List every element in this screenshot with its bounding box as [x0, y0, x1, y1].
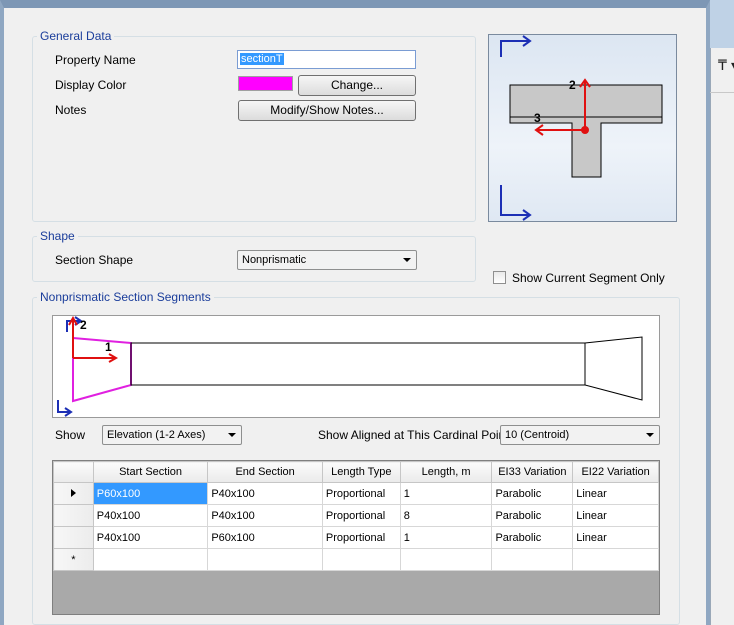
table-cell[interactable]: Parabolic [491, 526, 574, 549]
show-view-select[interactable]: Elevation (1-2 Axes) [102, 425, 242, 445]
grid-corner-cell [53, 461, 94, 483]
table-cell[interactable]: 1 [399, 526, 493, 549]
table-cell[interactable] [399, 548, 493, 571]
section-preview: 2 3 [488, 34, 677, 222]
table-cell[interactable] [92, 548, 209, 571]
table-row[interactable]: P40x100 P40x100 Proportional 8 Parabolic… [53, 504, 659, 527]
grid-header-row: Start Section End Section Length Type Le… [53, 461, 659, 483]
table-cell[interactable] [207, 548, 323, 571]
toolbar-separator [710, 92, 734, 93]
shape-title: Shape [37, 229, 78, 243]
table-cell[interactable]: Proportional [321, 482, 401, 505]
change-color-button[interactable]: Change... [298, 75, 416, 96]
table-cell[interactable]: 8 [399, 504, 493, 527]
column-header[interactable]: Start Section [92, 461, 209, 483]
new-row-header[interactable]: * [53, 548, 94, 571]
column-header[interactable]: End Section [207, 461, 323, 483]
chevron-down-icon [403, 258, 411, 262]
cardinal-point-label: Show Aligned at This Cardinal Point [318, 428, 509, 442]
table-cell[interactable]: 1 [399, 482, 493, 505]
row-header[interactable] [53, 526, 94, 549]
column-header[interactable]: EI33 Variation [491, 461, 574, 483]
row-header[interactable] [53, 504, 94, 527]
table-cell[interactable]: Linear [572, 526, 659, 549]
table-cell[interactable]: P40x100 [92, 504, 209, 527]
display-color-swatch[interactable] [238, 76, 293, 91]
table-cell[interactable]: P40x100 [207, 482, 323, 505]
axis-2-label: 2 [569, 78, 576, 92]
table-row[interactable]: P60x100 P40x100 Proportional 1 Parabolic… [53, 482, 659, 505]
background-window: ₸ ▼ [710, 0, 734, 625]
new-row[interactable]: * [53, 548, 659, 571]
table-cell[interactable]: P60x100 [207, 526, 323, 549]
column-header[interactable]: Length Type [321, 461, 401, 483]
row-header[interactable] [53, 482, 94, 505]
property-name-label: Property Name [55, 53, 136, 67]
section-shape-label: Section Shape [55, 253, 134, 267]
display-color-label: Display Color [55, 78, 127, 92]
table-cell[interactable]: P40x100 [207, 504, 323, 527]
cardinal-point-select[interactable]: 10 (Centroid) [500, 425, 660, 445]
cardinal-point-value: 10 (Centroid) [505, 429, 570, 441]
elevation-axis-1-label: 1 [105, 340, 112, 354]
segment-elevation-view: 2 1 [52, 315, 660, 418]
segments-table: Start Section End Section Length Type Le… [53, 461, 659, 571]
segments-title: Nonprismatic Section Segments [37, 290, 214, 304]
table-cell[interactable]: Linear [572, 504, 659, 527]
segments-grid[interactable]: Start Section End Section Length Type Le… [52, 460, 660, 615]
chevron-down-icon [228, 433, 236, 437]
table-cell[interactable]: P60x100 [92, 482, 209, 505]
column-header[interactable]: Length, m [399, 461, 493, 483]
table-cell[interactable] [572, 548, 659, 571]
elevation-axis-2-label: 2 [80, 318, 87, 332]
show-view-value: Elevation (1-2 Axes) [107, 429, 206, 441]
table-cell[interactable]: Proportional [321, 526, 401, 549]
table-cell[interactable]: Linear [572, 482, 659, 505]
table-cell[interactable]: P40x100 [92, 526, 209, 549]
table-cell[interactable] [321, 548, 401, 571]
show-label: Show [55, 428, 86, 442]
section-shape-value: Nonprismatic [242, 254, 307, 266]
elevation-drawing [57, 315, 643, 417]
table-row[interactable]: P40x100 P60x100 Proportional 1 Parabolic… [53, 526, 659, 549]
general-data-title: General Data [37, 29, 115, 43]
property-name-input[interactable]: sectionT [237, 50, 416, 69]
axis-3-label: 3 [534, 111, 541, 125]
notes-label: Notes [55, 103, 87, 117]
row-pointer-icon [70, 488, 76, 497]
show-current-segment-checkbox[interactable] [493, 271, 506, 284]
show-current-segment-label: Show Current Segment Only [512, 271, 665, 285]
table-cell[interactable]: Parabolic [491, 482, 574, 505]
modify-show-notes-button[interactable]: Modify/Show Notes... [238, 100, 416, 121]
new-row-marker: * [71, 553, 76, 566]
column-header[interactable]: EI22 Variation [572, 461, 659, 483]
table-cell[interactable] [491, 548, 574, 571]
background-toolbar [710, 48, 734, 625]
t-section-drawing [500, 35, 663, 221]
toolbar-icon[interactable]: ₸ [718, 58, 727, 74]
table-cell[interactable]: Proportional [321, 504, 401, 527]
section-shape-select[interactable]: Nonprismatic [237, 250, 417, 270]
chevron-down-icon [646, 433, 654, 437]
table-cell[interactable]: Parabolic [491, 504, 574, 527]
property-name-value: sectionT [240, 53, 284, 65]
